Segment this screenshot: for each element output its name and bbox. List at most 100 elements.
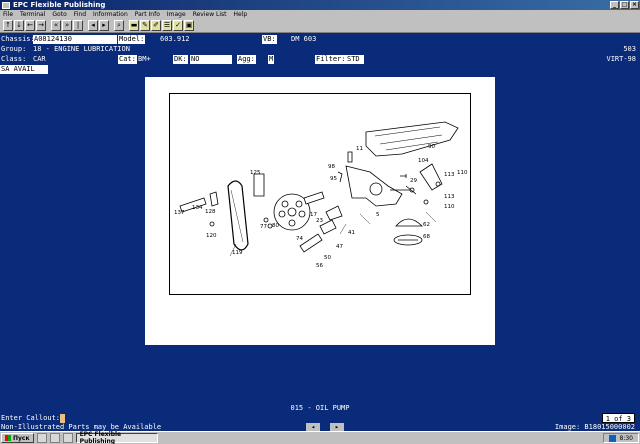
toolbar: ↑ ↓ ← → « » | ◂ ▸ ⌕ ▬ ✎ ✐ ☰ ✓ ▣ [0, 19, 640, 33]
system-tray: 8:30 [602, 433, 639, 443]
dk-field[interactable]: NO [190, 55, 232, 64]
note-icon[interactable]: ✎ [140, 20, 150, 31]
callout-125[interactable]: 125 [250, 170, 261, 176]
header-row-group: Group: 18 - ENGINE LUBRICATION 503 [0, 45, 640, 54]
car-icon[interactable]: ▬ [129, 20, 139, 31]
minimize-button[interactable]: _ [610, 1, 619, 9]
clock: 8:30 [619, 434, 633, 442]
quicklaunch-desktop-icon[interactable] [49, 433, 60, 443]
callout-113[interactable]: 113 [444, 172, 455, 178]
callout-120[interactable]: 120 [206, 233, 217, 239]
menu-information[interactable]: Information [93, 11, 128, 18]
image-reference: Image: B18015000002 [554, 423, 635, 431]
page-indicator: 1 of 3 [601, 413, 635, 423]
menu-review-list[interactable]: Review List [193, 11, 227, 18]
callout-95[interactable]: 95 [330, 176, 337, 182]
right-arrow-icon[interactable]: → [36, 20, 46, 31]
exploded-parts-diagram[interactable]: 90 98 11 95 104 113 110 29 125 137 134 1… [169, 93, 471, 295]
callout-113b[interactable]: 113 [444, 194, 455, 200]
model-label: Model: [118, 35, 146, 44]
quicklaunch-browser-icon[interactable] [36, 433, 47, 443]
callout-128[interactable]: 128 [205, 209, 216, 215]
down-arrow-icon[interactable]: ↓ [14, 20, 24, 31]
callout-137[interactable]: 137 [174, 210, 185, 216]
menu-part-info[interactable]: Part Info [135, 11, 160, 18]
start-button[interactable]: Пуск [1, 433, 34, 443]
callout-23[interactable]: 23 [316, 218, 323, 224]
check-icon[interactable]: ✓ [173, 20, 183, 31]
agg-field[interactable]: M [268, 55, 274, 64]
menu-file[interactable]: File [3, 11, 13, 18]
callout-119[interactable]: 119 [232, 250, 243, 256]
window-titlebar[interactable]: EPC Flexible Publishing _ □ × [0, 0, 640, 10]
left-arrow-icon[interactable]: ← [25, 20, 35, 31]
vb-label: VB: [262, 35, 277, 44]
app-icon [2, 1, 10, 9]
taskbar-item-epc[interactable]: EPC Flexible Publishing [75, 431, 158, 444]
group-value: 18 - ENGINE LUBRICATION [33, 45, 130, 53]
callout-90[interactable]: 90 [428, 144, 435, 150]
diagram-caption: 015 - OIL PUMP [290, 404, 350, 412]
maximize-button[interactable]: □ [620, 1, 629, 9]
class-label: Class: [1, 55, 27, 63]
callout-74[interactable]: 74 [296, 236, 303, 242]
callout-29[interactable]: 29 [410, 178, 417, 184]
menu-find[interactable]: Find [74, 11, 86, 18]
start-label: Пуск [13, 434, 30, 442]
cat-value: BM+ [138, 55, 151, 63]
image-icon[interactable]: ▣ [184, 20, 194, 31]
callout-entry-row: Enter Callout: [0, 414, 640, 423]
callout-5[interactable]: 5 [376, 212, 380, 218]
menu-help[interactable]: Help [234, 11, 248, 18]
callout-134[interactable]: 134 [192, 205, 203, 211]
callout-110[interactable]: 110 [457, 170, 468, 176]
model-value: 603.912 [160, 35, 190, 43]
virt-value: VIRT-98 [606, 55, 636, 63]
callout-input[interactable] [60, 414, 65, 423]
window-title: EPC Flexible Publishing [13, 1, 106, 9]
callout-11[interactable]: 11 [356, 146, 363, 152]
chassis-field[interactable]: A08124130 [33, 35, 117, 44]
header-row-class: Class: CAR Cat: BM+ DK: NO Agg: M Filter… [0, 55, 640, 64]
tray-icon[interactable] [608, 434, 616, 442]
zoom-icon[interactable]: ⌕ [114, 20, 124, 31]
back-icon[interactable]: ◂ [88, 20, 98, 31]
rewind-icon[interactable]: « [51, 20, 61, 31]
up-arrow-icon[interactable]: ↑ [3, 20, 13, 31]
class-value: CAR [33, 55, 46, 63]
menu-bar: File Terminal Goto Find Information Part… [0, 10, 640, 19]
callout-68[interactable]: 68 [423, 234, 430, 240]
menu-terminal[interactable]: Terminal [20, 11, 45, 18]
fast-forward-icon[interactable]: » [62, 20, 72, 31]
close-button[interactable]: × [630, 1, 639, 9]
callout-110b[interactable]: 110 [444, 204, 455, 210]
menu-image[interactable]: Image [167, 11, 186, 18]
callout-47[interactable]: 47 [336, 244, 343, 250]
filter-field[interactable]: STD [346, 55, 364, 64]
play-icon[interactable]: ▸ [99, 20, 109, 31]
callout-104[interactable]: 104 [418, 158, 429, 164]
list-icon[interactable]: ☰ [162, 20, 172, 31]
dk-label: DK: [173, 55, 188, 64]
callout-41[interactable]: 41 [348, 230, 355, 236]
windows-logo-icon [5, 435, 11, 441]
oil-pump-drawing: 90 98 11 95 104 113 110 29 125 137 134 1… [174, 121, 468, 269]
skip-back-icon[interactable]: | [73, 20, 83, 31]
filter-label: Filter: [315, 55, 347, 64]
callout-80[interactable]: 80 [272, 223, 279, 229]
sa-avail-field[interactable]: SA AVAIL [0, 65, 48, 74]
prev-image-button[interactable]: ◂ [306, 423, 320, 431]
edit-icon[interactable]: ✐ [151, 20, 161, 31]
callout-50[interactable]: 50 [324, 255, 331, 261]
status-note-row: Non-Illustrated Parts may be Available ◂… [0, 423, 640, 431]
callout-77[interactable]: 77 [260, 224, 267, 230]
menu-goto[interactable]: Goto [52, 11, 66, 18]
callout-56[interactable]: 56 [316, 263, 323, 269]
agg-label: Agg: [237, 55, 256, 64]
callout-98[interactable]: 98 [328, 164, 335, 170]
taskbar: Пуск EPC Flexible Publishing 8:30 [0, 431, 640, 444]
quicklaunch-app-icon[interactable] [62, 433, 73, 443]
next-image-button[interactable]: ▸ [330, 423, 344, 431]
callout-62[interactable]: 62 [423, 222, 430, 228]
chassis-label: Chassis: [1, 35, 35, 43]
